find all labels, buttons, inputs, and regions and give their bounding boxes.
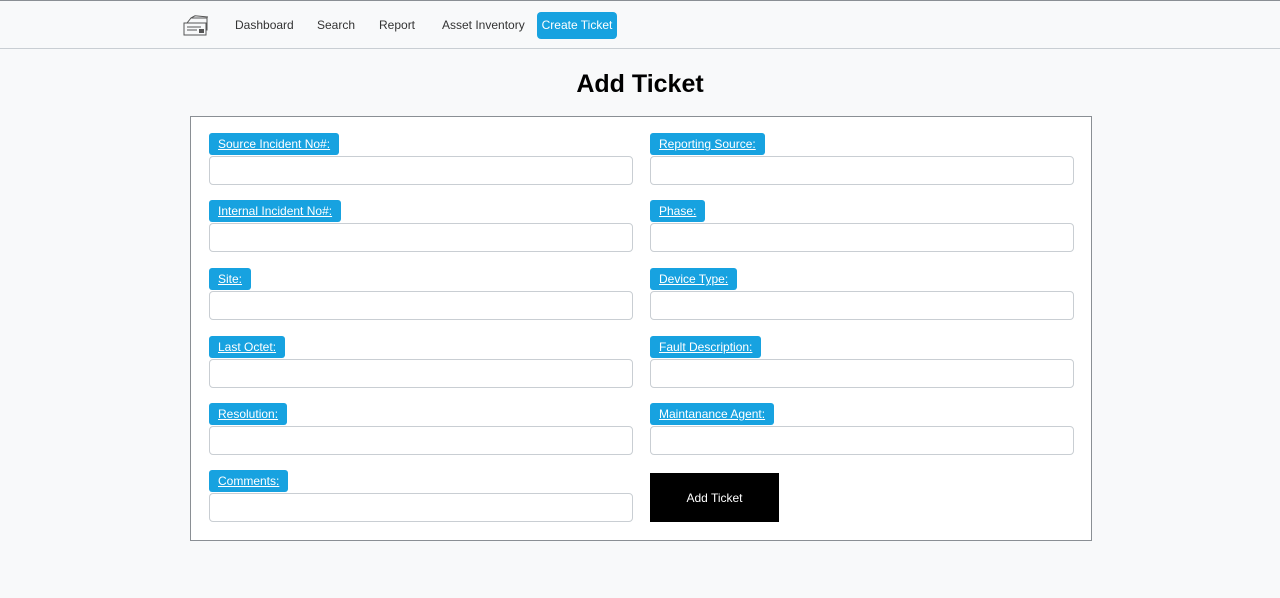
fault-description-input[interactable]: [650, 359, 1074, 388]
label-resolution: Resolution:: [209, 403, 288, 425]
source-incident-no-input[interactable]: [209, 156, 633, 185]
field-source-incident-no: Source Incident No#:: [209, 133, 633, 185]
nav-link-search[interactable]: Search: [317, 18, 355, 32]
comments-input[interactable]: [209, 493, 633, 522]
nav-link-asset-inventory[interactable]: Asset Inventory: [442, 18, 525, 32]
nav-link-dashboard[interactable]: Dashboard: [235, 18, 294, 32]
resolution-input[interactable]: [209, 426, 633, 455]
label-source-incident-no: Source Incident No#:: [209, 133, 340, 155]
site-input[interactable]: [209, 291, 633, 320]
field-fault-description: Fault Description:: [650, 336, 1074, 388]
label-reporting-source: Reporting Source:: [650, 133, 765, 155]
label-site: Site:: [209, 268, 252, 290]
label-phase: Phase:: [650, 200, 706, 222]
label-maintanance-agent: Maintanance Agent:: [650, 403, 775, 425]
field-phase: Phase:: [650, 200, 1074, 252]
top-navbar: Dashboard Search Report Asset Inventory …: [0, 0, 1280, 49]
field-maintanance-agent: Maintanance Agent:: [650, 403, 1074, 455]
label-comments: Comments:: [209, 470, 289, 492]
page-title: Add Ticket: [576, 70, 704, 98]
label-internal-incident-no: Internal Incident No#:: [209, 200, 342, 222]
device-type-input[interactable]: [650, 291, 1074, 320]
create-ticket-button[interactable]: Create Ticket: [537, 12, 617, 39]
field-internal-incident-no: Internal Incident No#:: [209, 200, 633, 252]
nav-link-report[interactable]: Report: [379, 18, 415, 32]
internal-incident-no-input[interactable]: [209, 223, 633, 252]
maintanance-agent-input[interactable]: [650, 426, 1074, 455]
field-site: Site:: [209, 268, 633, 320]
label-device-type: Device Type:: [650, 268, 738, 290]
last-octet-input[interactable]: [209, 359, 633, 388]
label-fault-description: Fault Description:: [650, 336, 762, 358]
field-last-octet: Last Octet:: [209, 336, 633, 388]
add-ticket-form: Source Incident No#: Reporting Source: I…: [190, 116, 1092, 541]
add-ticket-button[interactable]: Add Ticket: [650, 473, 779, 522]
field-comments: Comments:: [209, 470, 633, 522]
field-reporting-source: Reporting Source:: [650, 133, 1074, 185]
phase-input[interactable]: [650, 223, 1074, 252]
field-device-type: Device Type:: [650, 268, 1074, 320]
field-resolution: Resolution:: [209, 403, 633, 455]
label-last-octet: Last Octet:: [209, 336, 286, 358]
ticket-logo-icon[interactable]: [183, 15, 209, 37]
reporting-source-input[interactable]: [650, 156, 1074, 185]
